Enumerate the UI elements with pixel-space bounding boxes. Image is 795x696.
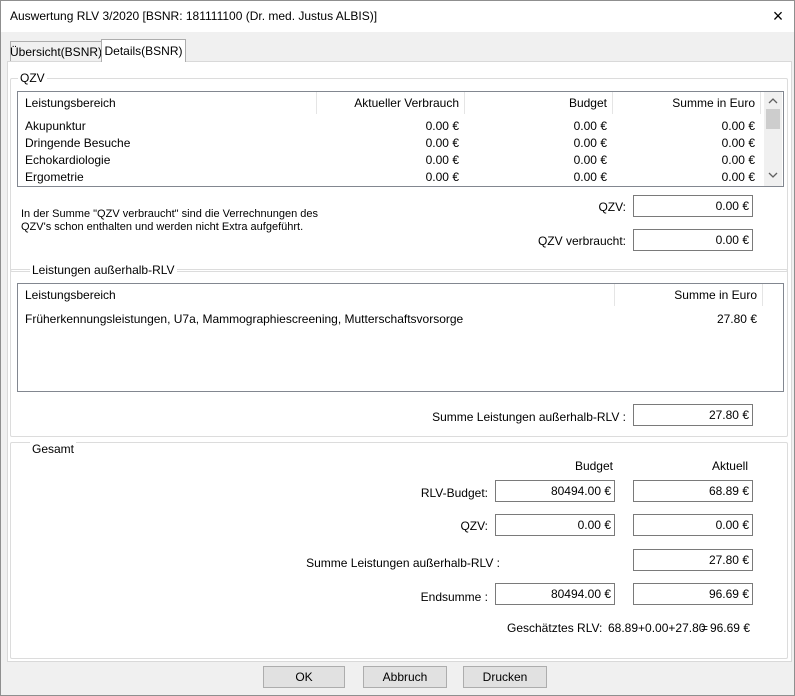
ausserhalb-col-summe[interactable]: Summe in Euro (615, 284, 763, 306)
qzv-note: In der Summe "QZV verbraucht" sind die V… (21, 208, 319, 233)
window-title: Auswertung RLV 3/2020 [BSNR: 181111100 (… (10, 9, 378, 23)
ausserhalb-col-leistungsbereich[interactable]: Leistungsbereich (18, 284, 615, 306)
dialog-window: Auswertung RLV 3/2020 [BSNR: 181111100 (… (0, 0, 795, 696)
scrollbar-arrows-icon (766, 98, 780, 178)
qzv-group-label: QZV (18, 71, 47, 85)
qzv-label: QZV: (598, 200, 626, 214)
qzv-col-verbrauch[interactable]: Aktueller Verbrauch (317, 92, 465, 114)
cell-leistungsbereich: Echokardiologie (25, 153, 111, 167)
rlv-budget-label: RLV-Budget: (420, 486, 488, 500)
gesamt-group-label: Gesamt (30, 442, 77, 456)
gesamt-qzv-budget-field[interactable]: 0.00 € (495, 514, 615, 536)
endsumme-budget-field[interactable]: 80494.00 € (495, 583, 615, 605)
cell-leistungsbereich: Dringende Besuche (25, 136, 131, 150)
cell-summe: 0.00 € (721, 119, 755, 133)
cell-leistungsbereich: Früherkennungsleistungen, U7a, Mammograp… (25, 312, 464, 326)
cell-summe: 0.00 € (721, 170, 755, 184)
drucken-button[interactable]: Drucken (463, 666, 547, 688)
qzv-verbraucht-field[interactable]: 0.00 € (633, 229, 753, 251)
tab-uebersicht[interactable]: Übersicht(BSNR) (10, 41, 102, 62)
cell-verbrauch: 0.00 € (425, 153, 459, 167)
cell-verbrauch: 0.00 € (425, 136, 459, 150)
title-bar: Auswertung RLV 3/2020 [BSNR: 181111100 (… (1, 1, 794, 32)
cell-budget: 0.00 € (573, 119, 607, 133)
cell-leistungsbereich: Akupunktur (25, 119, 86, 133)
qzv-col-budget[interactable]: Budget (465, 92, 613, 114)
qzv-scrollbar[interactable] (764, 92, 782, 186)
rlv-aktuell-field[interactable]: 68.89 € (633, 480, 753, 502)
endsumme-aktuell-field[interactable]: 96.69 € (633, 583, 753, 605)
qzv-col-leistungsbereich[interactable]: Leistungsbereich (18, 92, 317, 114)
tab-details-label: Details(BSNR) (104, 44, 183, 58)
abbruch-button[interactable]: Abbruch (363, 666, 447, 688)
qzv-list[interactable]: Leistungsbereich Aktueller Verbrauch Bud… (17, 91, 784, 187)
gesamt-col-budget: Budget (574, 459, 613, 473)
qzv-col-summe[interactable]: Summe in Euro (613, 92, 761, 114)
cell-budget: 0.00 € (573, 170, 607, 184)
ausserhalb-summe-field[interactable]: 27.80 € (633, 404, 753, 426)
tab-details[interactable]: Details(BSNR) (101, 39, 186, 62)
gesamt-qzv-label: QZV: (460, 519, 488, 533)
endsumme-label: Endsumme : (420, 590, 488, 604)
close-icon[interactable]: × (763, 3, 793, 30)
cell-summe: 0.00 € (721, 153, 755, 167)
geschaetzt-label: Geschätztes RLV: (507, 621, 603, 635)
cell-budget: 0.00 € (573, 153, 607, 167)
tab-uebersicht-label: Übersicht(BSNR) (10, 45, 103, 59)
cell-summe: 0.00 € (721, 136, 755, 150)
gesamt-qzv-aktuell-field[interactable]: 0.00 € (633, 514, 753, 536)
qzv-verbraucht-label: QZV verbraucht: (537, 234, 626, 248)
qzv-field[interactable]: 0.00 € (633, 195, 753, 217)
cell-summe: 27.80 € (716, 312, 757, 326)
ausserhalb-group-label: Leistungen außerhalb-RLV (30, 263, 177, 277)
rlv-budget-field[interactable]: 80494.00 € (495, 480, 615, 502)
ausserhalb-summe-label: Summe Leistungen außerhalb-RLV : (432, 410, 626, 424)
gesamt-ausserhalb-label: Summe Leistungen außerhalb-RLV : (306, 556, 500, 570)
geschaetzt-formula: 68.89+0.00+27.80 (608, 621, 706, 635)
gesamt-ausserhalb-field[interactable]: 27.80 € (633, 549, 753, 571)
cell-verbrauch: 0.00 € (425, 119, 459, 133)
cell-leistungsbereich: Ergometrie (25, 170, 84, 184)
ausserhalb-list[interactable]: Leistungsbereich Summe in Euro Früherken… (17, 283, 784, 392)
geschaetzt-value: 96.69 € (709, 621, 750, 635)
gesamt-col-aktuell: Aktuell (711, 459, 748, 473)
tab-panel-details: QZV Leistungsbereich Aktueller Verbrauch… (7, 61, 792, 662)
cell-verbrauch: 0.00 € (425, 170, 459, 184)
geschaetzt-equals: = (701, 621, 709, 635)
ok-button[interactable]: OK (263, 666, 345, 688)
cell-budget: 0.00 € (573, 136, 607, 150)
